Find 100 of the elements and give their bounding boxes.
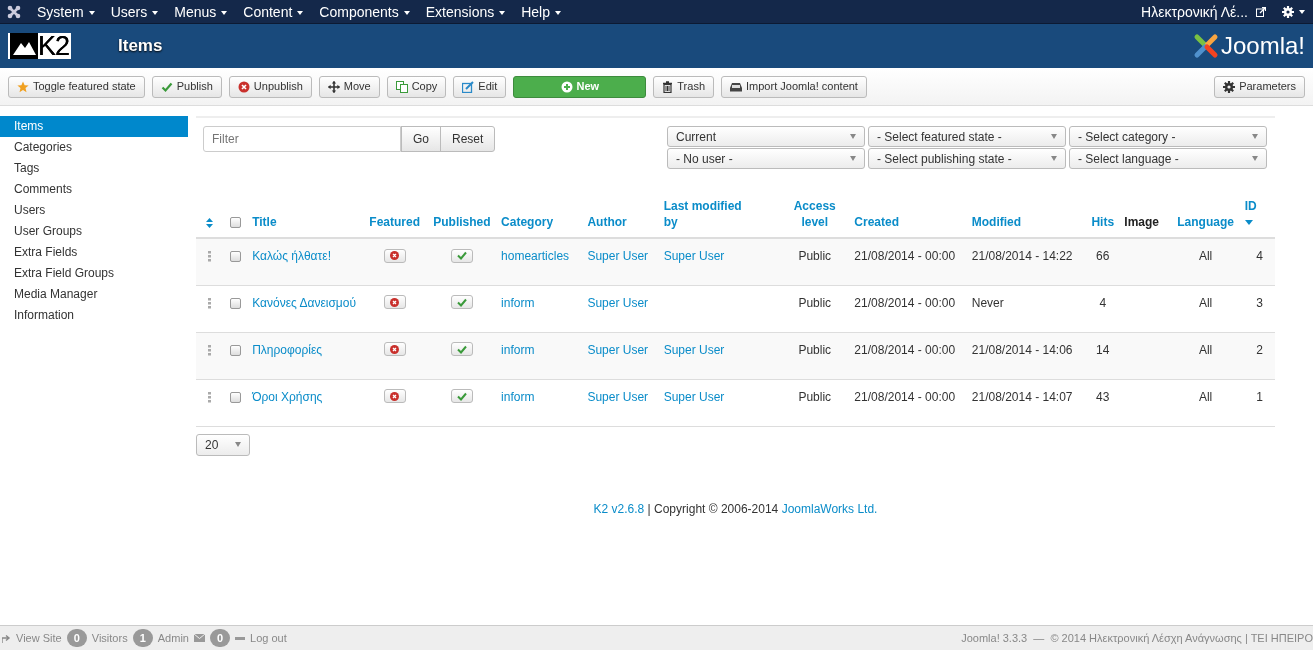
menu-item[interactable]: Components	[311, 0, 418, 24]
select-field[interactable]: Current	[667, 126, 865, 147]
table-link[interactable]: Super User	[663, 342, 725, 357]
parameters-button[interactable]: Parameters	[1214, 75, 1305, 98]
column-header-link[interactable]: Language	[1177, 214, 1234, 230]
sidebar-item[interactable]: Comments	[0, 179, 188, 200]
page-title: Items	[118, 35, 163, 58]
table-cell: 21/08/2014 - 14:06	[971, 342, 1073, 357]
select-field[interactable]: - Select publishing state -	[868, 148, 1066, 169]
select-field[interactable]: - Select featured state -	[868, 126, 1066, 147]
menu-item[interactable]: System	[29, 0, 103, 24]
table-cell: 21/08/2014 - 00:00	[854, 295, 956, 310]
featured-toggle[interactable]	[383, 248, 406, 263]
sidebar-item[interactable]: Categories	[0, 137, 188, 158]
column-header-link[interactable]: Featured	[369, 214, 421, 230]
toolbar-button[interactable]: Toggle featured state	[8, 75, 145, 98]
company-link[interactable]: JoomlaWorks Ltd.	[781, 501, 878, 516]
table-link[interactable]: Super User	[663, 249, 725, 263]
copy-icon	[395, 80, 408, 93]
menu-item[interactable]: Extensions	[417, 0, 514, 24]
select-field[interactable]: - Select category -	[1069, 126, 1267, 147]
featured-toggle[interactable]	[383, 295, 406, 309]
sidebar-item[interactable]: Information	[0, 305, 188, 326]
column-header-link[interactable]: Hits	[1091, 214, 1115, 230]
settings-icon	[1223, 80, 1236, 93]
table-link[interactable]: Super User	[587, 249, 649, 263]
drag-handle-icon	[208, 251, 212, 263]
publish-toggle[interactable]	[450, 389, 473, 403]
sidebar-item[interactable]: User Groups	[0, 221, 188, 242]
settings-menu[interactable]	[1282, 5, 1305, 18]
sidebar-item[interactable]: Media Manager	[0, 284, 188, 305]
column-header-link[interactable]: ID	[1244, 198, 1257, 230]
sidebar-item[interactable]: Users	[0, 200, 188, 221]
table-link[interactable]: Super User	[587, 389, 649, 404]
copyright-text: | Copyright © 2006-2014	[647, 501, 779, 516]
footer-copyright: Joomla! 3.3.3 — © 2014 Ηλεκτρονική Λέσχη Ανάγνωσης | ΤΕΙ ΗΠΕΙΡΟ	[961, 630, 1313, 646]
site-link[interactable]: Ηλεκτρονική Λέ...	[1133, 0, 1256, 24]
row-checkbox[interactable]	[230, 297, 242, 309]
publish-toggle[interactable]	[450, 248, 473, 263]
select-field[interactable]: - No user -	[667, 148, 865, 169]
table-link[interactable]: inform	[501, 389, 535, 404]
menu-item[interactable]: Content	[235, 0, 312, 24]
sort-icon	[206, 217, 214, 228]
table-cell: 21/08/2014 - 14:22	[971, 249, 1073, 263]
table-link[interactable]: Super User	[587, 295, 649, 310]
sidebar-item[interactable]: Extra Field Groups	[0, 263, 188, 284]
row-checkbox[interactable]	[230, 344, 242, 356]
publish-toggle[interactable]	[450, 295, 473, 309]
toolbar-button[interactable]: Unpublish	[228, 75, 312, 98]
visitor-count: 0	[66, 628, 87, 648]
toolbar-button[interactable]: Publish	[151, 75, 222, 98]
column-header-link[interactable]: Category	[501, 214, 554, 230]
toolbar-button[interactable]: Trash	[653, 75, 715, 98]
row-checkbox[interactable]	[230, 251, 242, 263]
version-link[interactable]: K2 v2.6.8	[593, 501, 645, 516]
featured-toggle[interactable]	[383, 342, 406, 356]
filter-field[interactable]: Filter	[203, 126, 401, 152]
column-header-link[interactable]: Author	[587, 214, 627, 230]
cancel-icon	[237, 80, 250, 93]
table-cell: 4	[1256, 249, 1263, 263]
row-checkbox[interactable]	[230, 391, 242, 403]
sidebar-item[interactable]: Extra Fields	[0, 242, 188, 263]
toolbar-button[interactable]: Move	[318, 75, 380, 98]
toolbar-button[interactable]: Edit	[453, 75, 507, 98]
column-header-link[interactable]: Last modified by	[663, 198, 754, 230]
drag-handle-icon	[208, 344, 212, 356]
table-link[interactable]: Super User	[587, 342, 649, 357]
edit-icon	[462, 80, 475, 93]
mountain-icon	[10, 33, 38, 59]
reset-button[interactable]: Reset	[440, 126, 496, 152]
table-link[interactable]: Super User	[663, 389, 725, 404]
table-link[interactable]: Κανόνες Δανεισμού	[252, 295, 356, 310]
page-limit-select[interactable]: 20	[196, 433, 250, 456]
select-all-checkbox[interactable]	[230, 217, 242, 229]
table-link[interactable]: Καλώς ήλθατε!	[252, 249, 331, 263]
toolbar-button[interactable]: Copy	[386, 75, 447, 98]
column-header-link[interactable]: Created	[854, 214, 900, 230]
table-cell: 4	[1099, 295, 1107, 310]
sidebar-item[interactable]: Tags	[0, 158, 188, 179]
column-header-link[interactable]: Modified	[971, 214, 1022, 230]
column-header-link[interactable]: Title	[252, 214, 277, 230]
cancel-icon	[390, 391, 400, 401]
menu-item[interactable]: Users	[102, 0, 167, 24]
column-header-link[interactable]: Published	[433, 214, 491, 230]
admin-count: 1	[132, 628, 153, 648]
column-header-link[interactable]: Access level	[783, 198, 847, 230]
menu-item[interactable]: Help	[513, 0, 569, 24]
select-field[interactable]: - Select language -	[1069, 148, 1267, 169]
table-link[interactable]: inform	[501, 295, 535, 310]
go-button[interactable]: Go	[401, 126, 441, 152]
table-link[interactable]: Πληροφορίες	[252, 342, 323, 357]
table-cell: Public	[798, 249, 832, 263]
publish-toggle[interactable]	[450, 342, 473, 356]
menu-item[interactable]: Menus	[166, 0, 236, 24]
sidebar-item[interactable]: Items	[0, 116, 188, 137]
table-link[interactable]: Όροι Χρήσης	[252, 389, 323, 404]
table-link[interactable]: homearticles	[501, 249, 570, 263]
table-link[interactable]: inform	[501, 342, 535, 357]
featured-toggle[interactable]	[383, 389, 406, 403]
toolbar-button[interactable]: Import Joomla! content	[721, 75, 867, 98]
